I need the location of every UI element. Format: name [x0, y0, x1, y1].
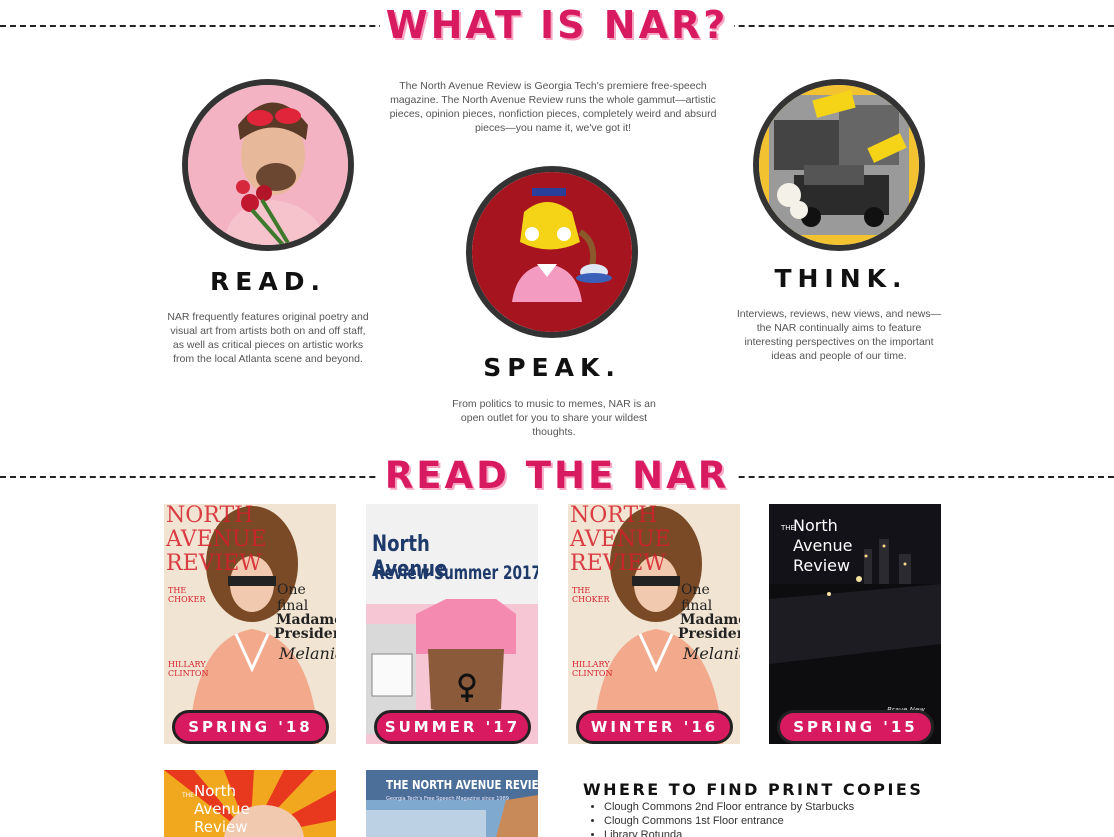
cover-title: North — [793, 516, 838, 535]
cover-title: Avenue — [194, 800, 250, 818]
list-item: Library Rotunda — [604, 828, 854, 837]
cover-masthead: NORTH AVENUE REVIEW — [166, 504, 267, 576]
issue-button-spring-18[interactable]: SPRING '18 — [172, 710, 329, 744]
section-title-text: READ THE NAR — [378, 454, 736, 497]
cover-line: President — [678, 626, 740, 642]
cover-masthead: NORTH AVENUE REVIEW — [570, 504, 671, 576]
cover-side-text: HILLARY CLINTON — [572, 660, 613, 678]
section-title-text: WHAT IS NAR? — [379, 3, 735, 47]
issue-button-spring-15[interactable]: SPRING '15 — [777, 710, 934, 744]
cover-title: Review — [793, 556, 851, 575]
intro-paragraph: The North Avenue Review is Georgia Tech'… — [389, 80, 717, 134]
cover-title: THE NORTH AVENUE REVIEW — [386, 778, 538, 792]
think-description: Interviews, reviews, new views, and news… — [736, 308, 942, 362]
cover-title: Review Summer 2017 — [374, 562, 538, 584]
think-image — [753, 79, 925, 251]
issue-cover-summer-17[interactable]: North Avenue Review Summer 2017 SUMMER '… — [366, 504, 538, 744]
issue-cover-spring-15[interactable]: THE North Avenue Review Brave New World … — [769, 504, 941, 744]
section-title: WHAT IS NAR? — [0, 3, 1114, 47]
cover-line: One final — [277, 582, 309, 614]
find-print-copies-title: WHERE TO FIND PRINT COPIES — [583, 780, 924, 799]
speak-image — [466, 166, 638, 338]
cover-title: THE — [182, 792, 194, 799]
list-item: Clough Commons 2nd Floor entrance by Sta… — [604, 800, 854, 814]
cover-title: North — [194, 782, 236, 800]
cover-side-text: THE CHOKER — [572, 586, 610, 604]
speak-label: SPEAK. — [483, 353, 621, 382]
cover-side-text: HILLARY CLINTON — [168, 660, 209, 678]
speak-description: From politics to music to memes, NAR is … — [452, 398, 656, 438]
section-title: READ THE NAR — [0, 454, 1114, 497]
find-locations-list: Clough Commons 2nd Floor entrance by Sta… — [604, 800, 854, 837]
issue-cover-spring-18[interactable]: NORTH AVENUE REVIEW One final Madame Pre… — [164, 504, 336, 744]
list-item: Clough Commons 1st Floor entrance — [604, 814, 854, 828]
cover-side-text: THE CHOKER — [168, 586, 206, 604]
issue-cover-lower-2[interactable]: THE NORTH AVENUE REVIEW Georgia Tech's F… — [366, 770, 538, 837]
issue-cover-lower-1[interactable]: THE North Avenue Review — [164, 770, 336, 837]
cover-line: Melania — [683, 644, 740, 663]
cover-title: Avenue — [793, 536, 853, 555]
cover-line: Melania — [279, 644, 336, 663]
cover-line: President — [274, 626, 336, 642]
issue-button-summer-17[interactable]: SUMMER '17 — [374, 710, 531, 744]
cover-art — [164, 770, 336, 837]
read-label: READ. — [210, 267, 326, 296]
read-description: NAR frequently features original poetry … — [167, 311, 369, 365]
read-the-nar-header: READ THE NAR — [0, 452, 1114, 502]
cover-title: Review — [194, 818, 248, 836]
cover-line: One final — [681, 582, 713, 614]
think-label: THINK. — [774, 264, 908, 293]
issue-button-winter-16[interactable]: WINTER '16 — [576, 710, 733, 744]
cover-subtitle: Georgia Tech's Free Speech Magazine sinc… — [386, 796, 509, 802]
what-is-nar-header: WHAT IS NAR? — [0, 1, 1114, 51]
issue-cover-winter-16[interactable]: NORTH AVENUE REVIEW One final Madame Pre… — [568, 504, 740, 744]
read-image — [182, 79, 354, 251]
